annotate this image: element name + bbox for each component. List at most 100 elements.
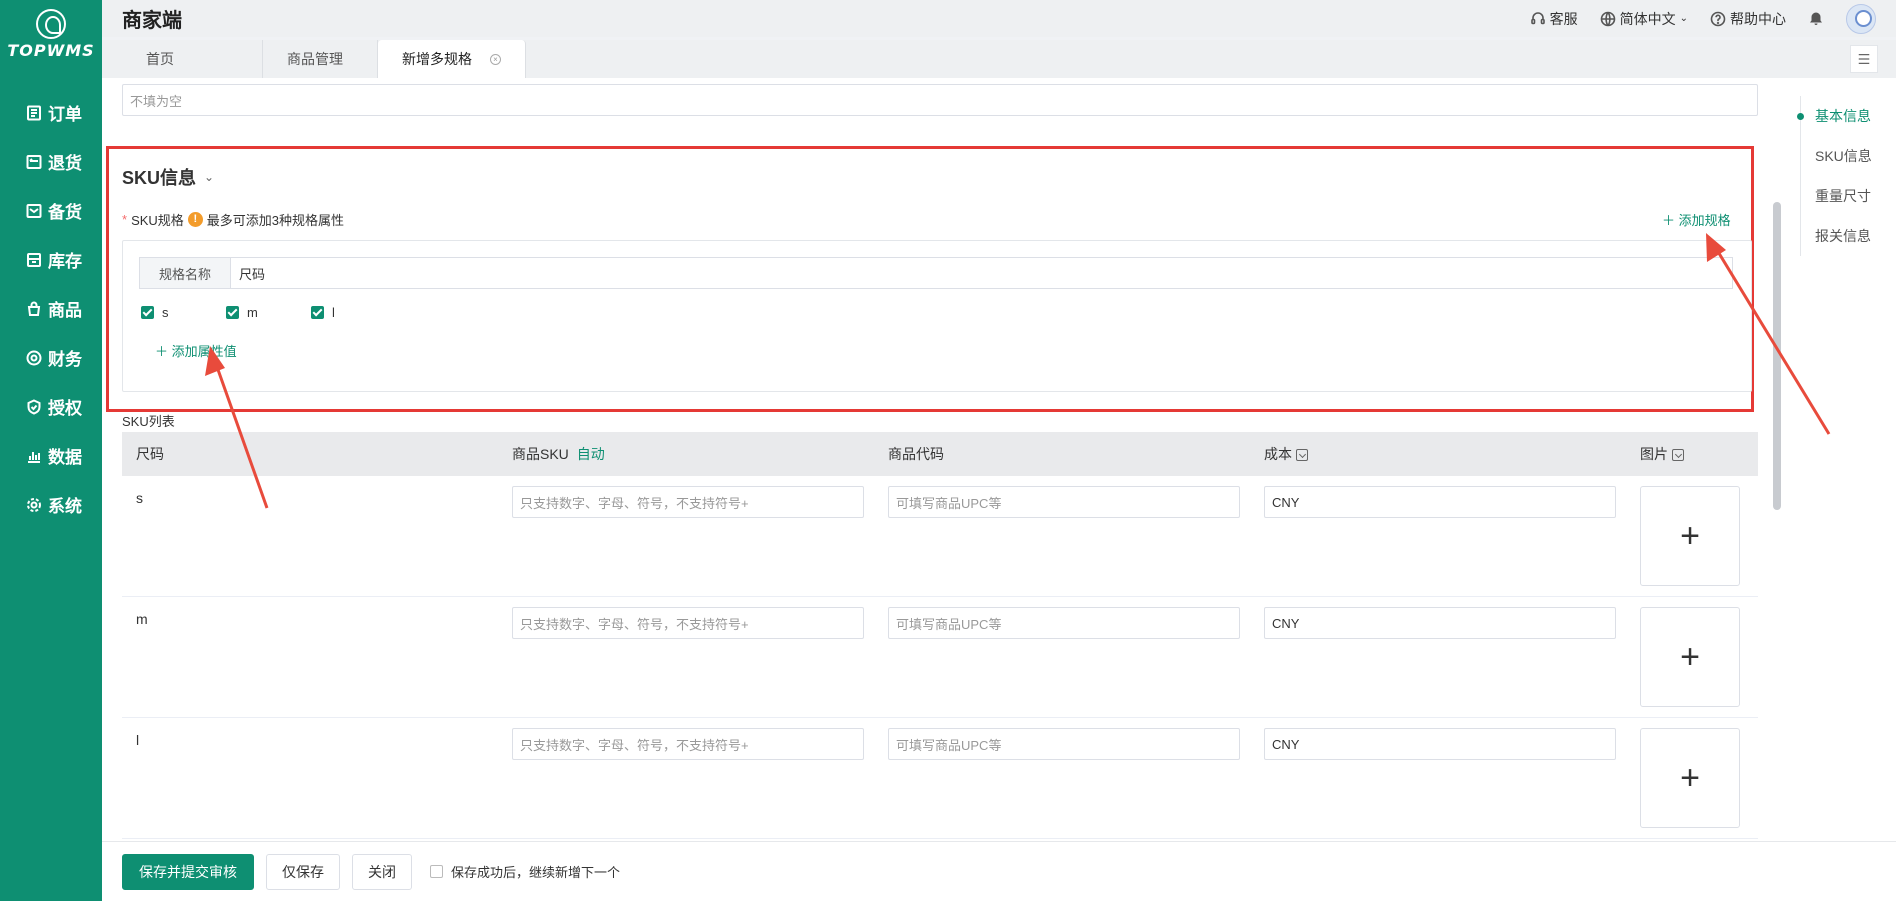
- checkbox-checked-icon: [141, 306, 154, 319]
- spec-hint: 最多可添加3种规格属性: [206, 213, 345, 228]
- sidebar: TOPWMS 订单 退货 备货 库存 商品 财务 授权 数据 系统: [0, 0, 102, 901]
- spec-name-field[interactable]: 规格名称 尺码: [139, 257, 1733, 289]
- service-label: 客服: [1549, 10, 1578, 27]
- sku-input[interactable]: 只支持数字、字母、符号，不支持符号+: [512, 728, 864, 760]
- plus-icon: ＋: [1662, 213, 1676, 228]
- spec-label-text: SKU规格: [131, 213, 184, 228]
- language-label: 简体中文: [1619, 10, 1676, 27]
- submit-review-button[interactable]: 保存并提交审核: [122, 853, 254, 890]
- tab-goods-management[interactable]: 商品管理: [263, 40, 378, 78]
- inventory-icon: [26, 252, 42, 268]
- globe-icon: [1600, 11, 1615, 26]
- sidebar-item-label: 库存: [48, 252, 82, 271]
- close-button[interactable]: 关闭: [352, 853, 412, 890]
- cost-input[interactable]: CNY: [1264, 486, 1616, 518]
- option-label: m: [247, 305, 258, 320]
- logo-text: TOPWMS: [7, 40, 95, 60]
- add-spec-button[interactable]: ＋ 添加规格: [1662, 210, 1731, 229]
- sidebar-item-inventory[interactable]: 库存: [0, 235, 102, 284]
- sidebar-item-return[interactable]: 退货: [0, 137, 102, 186]
- sidebar-item-label: 退货: [48, 154, 82, 173]
- cost-input[interactable]: CNY: [1264, 728, 1616, 760]
- anchor-customs-info[interactable]: 报关信息: [1815, 216, 1872, 256]
- size-cell: m: [136, 611, 148, 627]
- table-row: l 只支持数字、字母、符号，不支持符号+ 可填写商品UPC等 CNY +: [122, 718, 1758, 839]
- cost-input[interactable]: CNY: [1264, 607, 1616, 639]
- header-sku-label: 商品SKU: [512, 446, 569, 462]
- sidebar-item-system[interactable]: 系统: [0, 480, 102, 529]
- stock-prep-icon: [26, 203, 42, 219]
- sidebar-item-stock-prep[interactable]: 备货: [0, 186, 102, 235]
- size-cell: l: [136, 732, 140, 748]
- help-center-link[interactable]: 帮助中心: [1710, 9, 1786, 29]
- sku-input[interactable]: 只支持数字、字母、符号，不支持符号+: [512, 607, 864, 639]
- image-upload-button[interactable]: +: [1640, 486, 1740, 586]
- avatar[interactable]: [1846, 3, 1876, 34]
- close-icon[interactable]: ×: [490, 53, 501, 65]
- sku-section-title[interactable]: SKU信息 ⌄: [122, 164, 214, 190]
- sidebar-nav: 订单 退货 备货 库存 商品 财务 授权 数据 系统: [0, 88, 102, 529]
- menu-icon[interactable]: [1850, 45, 1878, 73]
- chevron-down-icon: ⌄: [204, 170, 215, 184]
- anchor-basic-info[interactable]: 基本信息: [1797, 96, 1872, 136]
- sidebar-item-finance[interactable]: 财务: [0, 333, 102, 382]
- batch-fill-icon[interactable]: [1296, 449, 1308, 462]
- code-input[interactable]: 可填写商品UPC等: [888, 486, 1240, 518]
- table-row: s 只支持数字、字母、符号，不支持符号+ 可填写商品UPC等 CNY +: [122, 476, 1758, 597]
- add-spec-label: 添加规格: [1678, 213, 1731, 228]
- spec-name-value: 尺码: [239, 266, 266, 282]
- scrollbar[interactable]: [1773, 202, 1781, 510]
- option-checkbox-l[interactable]: l: [311, 305, 396, 320]
- help-icon: [1710, 11, 1726, 26]
- code-input[interactable]: 可填写商品UPC等: [888, 607, 1240, 639]
- tab-add-multi-spec[interactable]: 新增多规格 ×: [378, 40, 526, 78]
- sidebar-item-auth[interactable]: 授权: [0, 382, 102, 431]
- sku-spec-label: * SKU规格 ! 最多可添加3种规格属性: [122, 210, 344, 229]
- tab-label: 商品管理: [287, 51, 343, 67]
- checkbox-checked-icon: [311, 306, 324, 319]
- option-checkbox-m[interactable]: m: [226, 305, 311, 320]
- sku-list-label: SKU列表: [122, 414, 175, 429]
- service-link[interactable]: 客服: [1530, 9, 1578, 29]
- page-title: 商家端: [122, 10, 182, 32]
- required-mark: *: [122, 212, 128, 227]
- header-image-label: 图片: [1640, 446, 1668, 462]
- continue-add-label: 保存成功后，继续新增下一个: [451, 865, 621, 880]
- sidebar-item-order[interactable]: 订单: [0, 88, 102, 137]
- sidebar-item-label: 备货: [48, 203, 82, 222]
- system-icon: [26, 497, 42, 513]
- continue-add-checkbox[interactable]: 保存成功后，继续新增下一个: [430, 862, 620, 881]
- header-image: 图片: [1626, 444, 1758, 464]
- anchor-weight-size[interactable]: 重量尺寸: [1815, 176, 1872, 216]
- section-title-text: SKU信息: [122, 168, 197, 188]
- sidebar-item-goods[interactable]: 商品: [0, 284, 102, 333]
- plus-icon: ＋: [155, 344, 169, 359]
- sidebar-item-label: 财务: [48, 350, 82, 369]
- anchor-sku-info[interactable]: SKU信息: [1815, 136, 1872, 176]
- sidebar-item-label: 商品: [48, 301, 82, 320]
- logo[interactable]: TOPWMS: [0, 0, 102, 64]
- checkbox-checked-icon: [226, 306, 239, 319]
- image-upload-button[interactable]: +: [1640, 607, 1740, 707]
- sidebar-item-data[interactable]: 数据: [0, 431, 102, 480]
- sku-input[interactable]: 只支持数字、字母、符号，不支持符号+: [512, 486, 864, 518]
- code-input[interactable]: 可填写商品UPC等: [888, 728, 1240, 760]
- plus-icon: +: [1680, 637, 1700, 676]
- batch-fill-icon[interactable]: [1672, 449, 1684, 462]
- table-row: m 只支持数字、字母、符号，不支持符号+ 可填写商品UPC等 CNY +: [122, 597, 1758, 718]
- save-only-button[interactable]: 仅保存: [266, 853, 340, 890]
- language-select[interactable]: 简体中文 ⌄: [1600, 9, 1688, 29]
- notification-bell[interactable]: [1808, 11, 1824, 27]
- size-cell: s: [136, 490, 143, 506]
- help-label: 帮助中心: [1730, 10, 1786, 27]
- optional-input[interactable]: 不填为空: [122, 84, 1758, 116]
- tab-bar: 首页 商品管理 新增多规格 ×: [102, 40, 1896, 78]
- footer: 保存并提交审核 仅保存 关闭 保存成功后，继续新增下一个: [102, 841, 1896, 901]
- option-checkbox-s[interactable]: s: [141, 305, 226, 320]
- warning-icon: !: [187, 212, 203, 227]
- auto-generate-link[interactable]: 自动: [577, 446, 605, 462]
- add-attr-button[interactable]: ＋ 添加属性值: [155, 341, 237, 360]
- image-upload-button[interactable]: +: [1640, 728, 1740, 828]
- plus-icon: +: [1680, 758, 1700, 797]
- tab-home[interactable]: 首页: [102, 40, 263, 78]
